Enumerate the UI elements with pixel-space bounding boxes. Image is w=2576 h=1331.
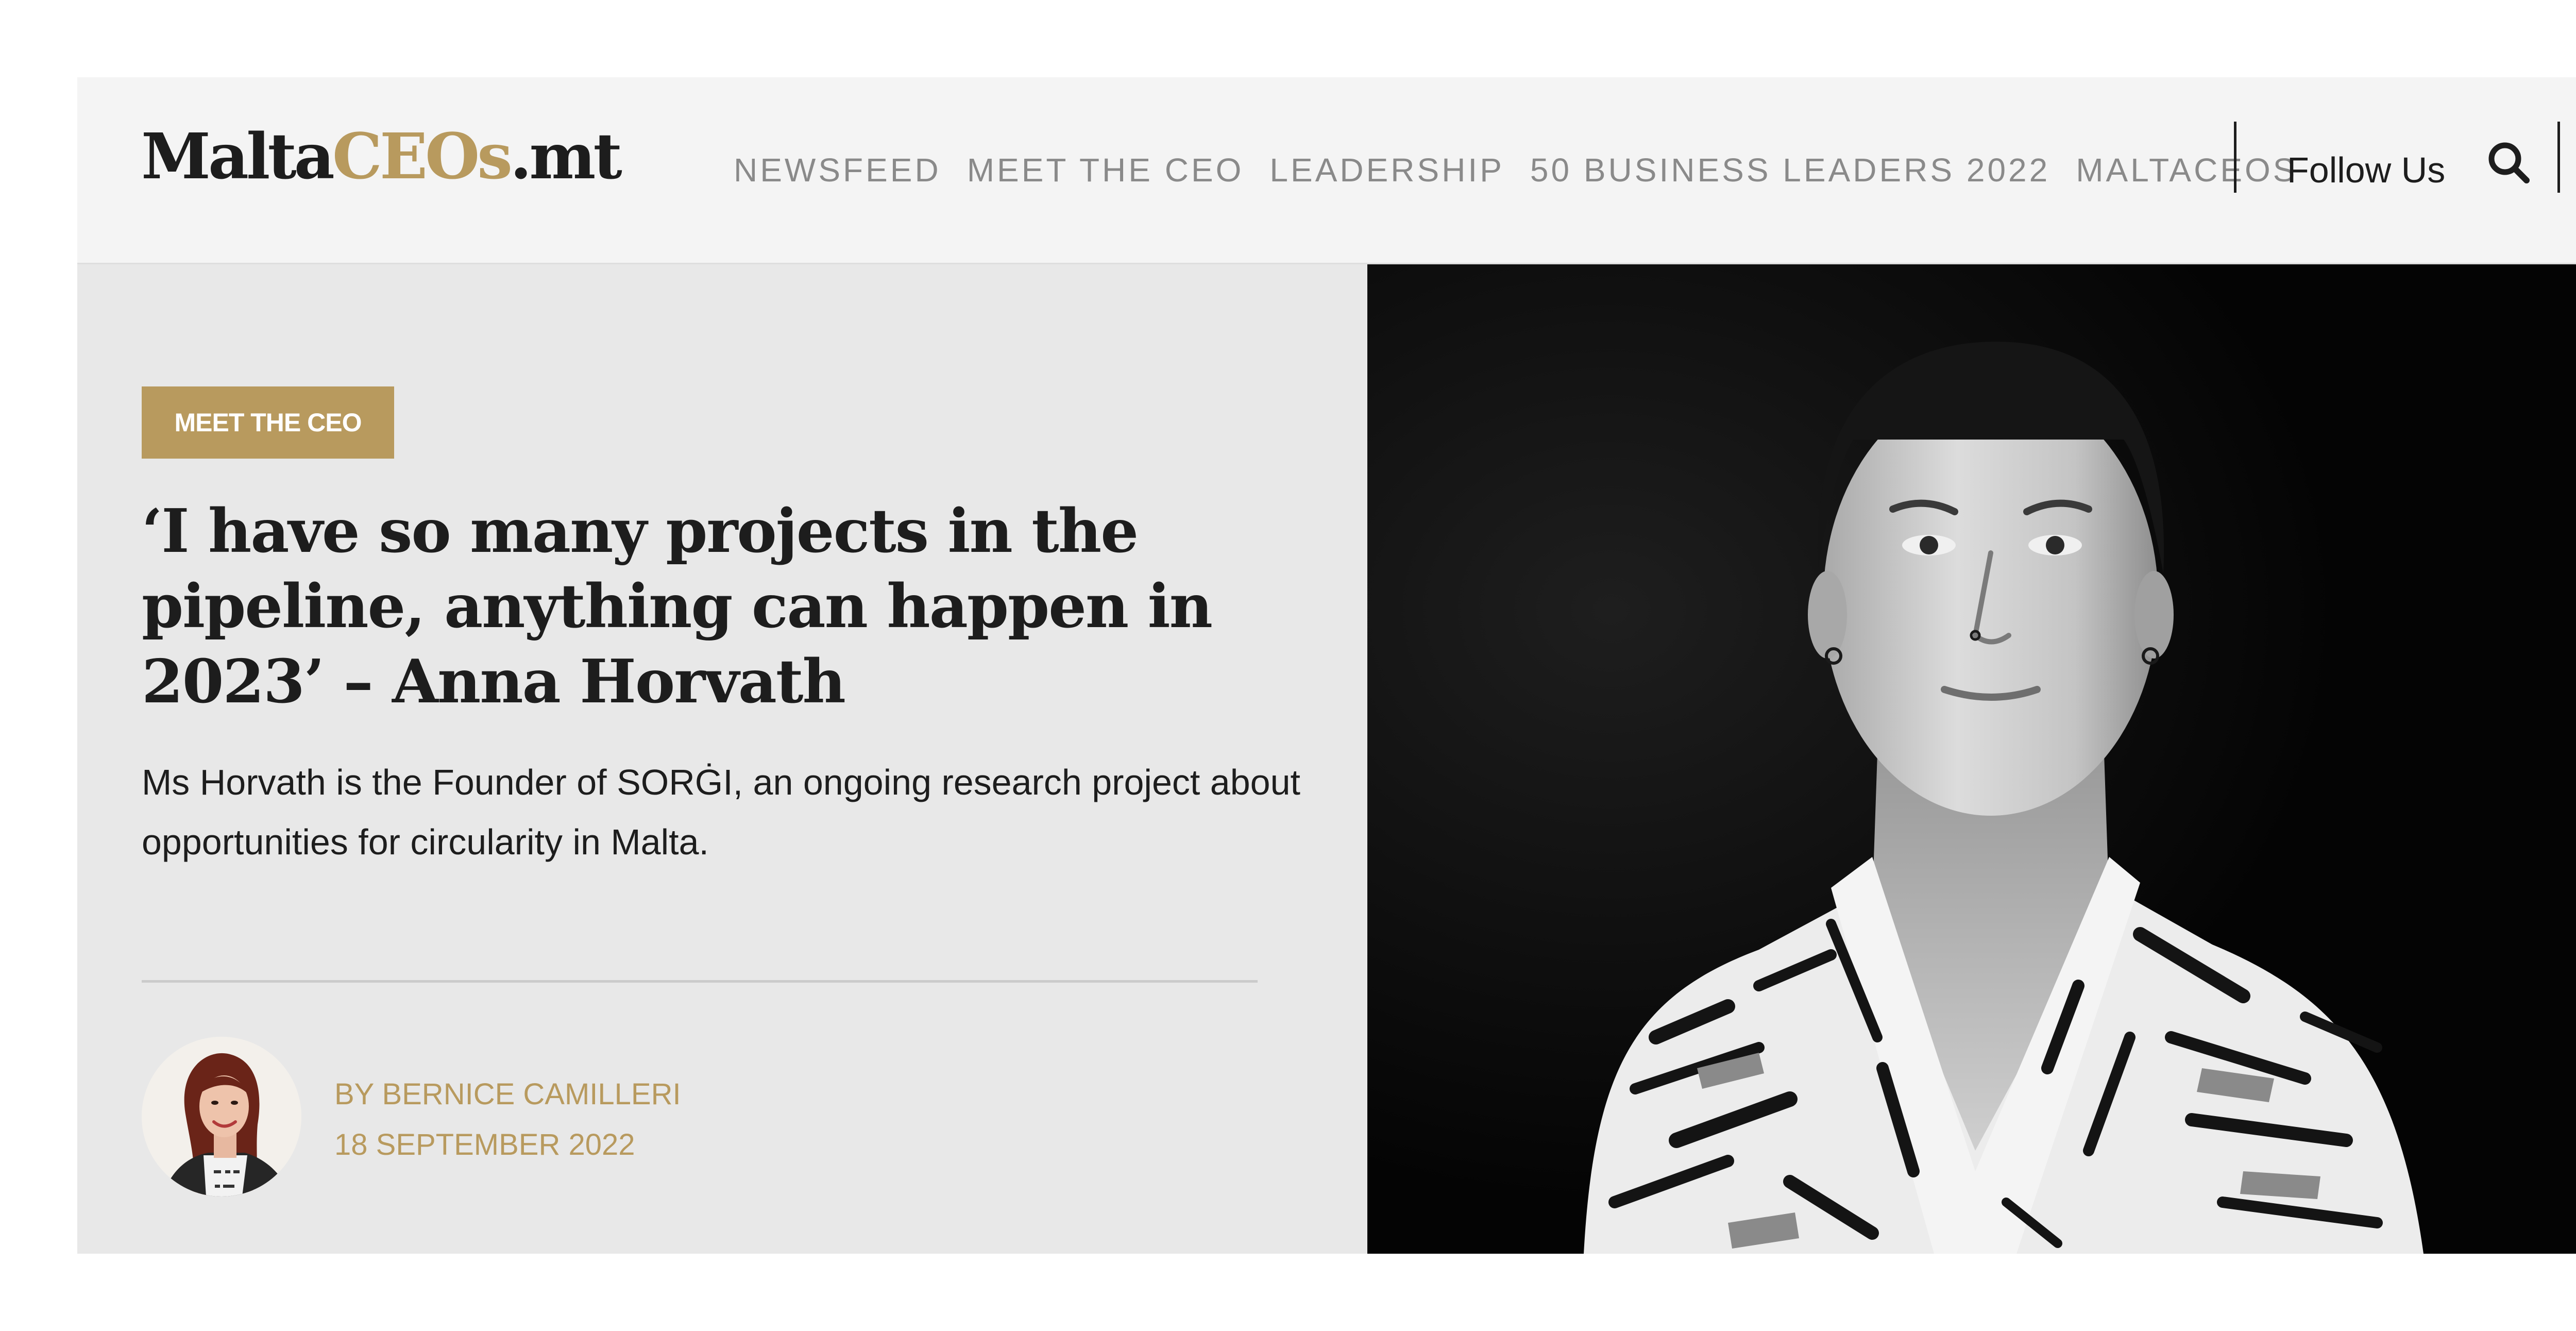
category-badge[interactable]: MEET THE CEO: [142, 386, 394, 459]
author-byline[interactable]: BY BERNICE CAMILLERI: [334, 1077, 681, 1111]
divider: [142, 980, 1258, 983]
nav-item-meet-the-ceo[interactable]: MEET THE CEO: [967, 151, 1244, 189]
article-hero: MaltaCEOs.mt NEWSFEED MEET THE CEO LEADE…: [77, 77, 2576, 1254]
author-avatar[interactable]: [142, 1037, 301, 1197]
site-logo[interactable]: MaltaCEOs.mt: [141, 125, 622, 188]
nav-item-leadership[interactable]: LEADERSHIP: [1269, 151, 1504, 189]
logo-text-ceos: CEOs: [332, 119, 513, 193]
nav-item-maltaceos[interactable]: MALTACEOS: [2076, 151, 2297, 189]
search-icon[interactable]: [2485, 139, 2532, 186]
main-nav: NEWSFEED MEET THE CEO LEADERSHIP 50 BUSI…: [734, 77, 2297, 263]
site-header: MaltaCEOs.mt NEWSFEED MEET THE CEO LEADE…: [77, 77, 2576, 264]
publish-date: 18 SEPTEMBER 2022: [334, 1128, 635, 1161]
nav-item-50-business-leaders[interactable]: 50 BUSINESS LEADERS 2022: [1530, 151, 2050, 189]
logo-text-malta: Malta: [141, 119, 335, 193]
nav-divider-left: [2234, 122, 2236, 193]
nav-item-newsfeed[interactable]: NEWSFEED: [734, 151, 941, 189]
nav-divider-right: [2557, 122, 2560, 193]
logo-text-tld: .mt: [510, 119, 622, 193]
article-summary: Ms Horvath is the Founder of SORĠI, an o…: [142, 762, 1300, 862]
article-headline[interactable]: ‘I have so many projects in the pipeline…: [142, 494, 1388, 719]
hero-portrait-image[interactable]: [1367, 264, 2576, 1254]
follow-us-link[interactable]: Follow Us: [2287, 77, 2445, 263]
